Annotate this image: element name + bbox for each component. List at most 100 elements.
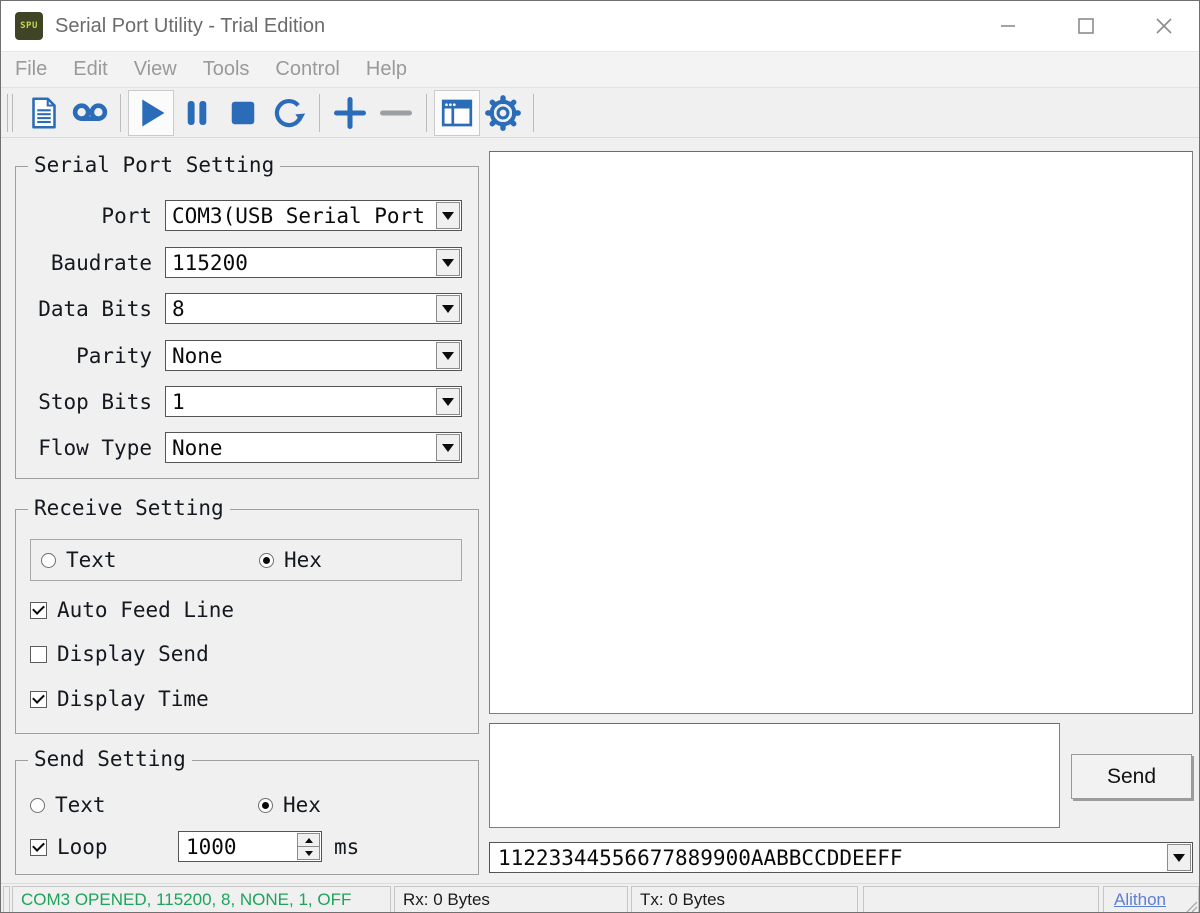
send-setting-group: Send Setting Text Hex Loop 1000 ms [15, 760, 479, 875]
toolbar-separator [120, 94, 121, 132]
radio-label: Hex [283, 793, 321, 817]
chevron-down-icon [305, 851, 313, 856]
baudrate-select[interactable]: 115200 [165, 247, 462, 278]
record-button[interactable] [67, 90, 113, 136]
minimize-button[interactable] [991, 9, 1025, 43]
chevron-down-icon [442, 305, 454, 313]
add-button[interactable] [327, 90, 373, 136]
toolbar [1, 87, 1199, 138]
radio-label: Text [66, 548, 117, 572]
display-time-checkbox[interactable]: Display Time [30, 687, 209, 711]
chevron-down-icon [442, 398, 454, 406]
ms-label: ms [334, 835, 359, 859]
parity-field-row: Parity None [28, 340, 462, 371]
remove-button[interactable] [373, 90, 419, 136]
status-tx-text: Tx: 0 Bytes [640, 890, 725, 910]
flowtype-select[interactable]: None [165, 432, 462, 463]
add-icon [331, 94, 369, 132]
parity-select[interactable]: None [165, 340, 462, 371]
checkbox-label: Display Send [57, 642, 209, 666]
stopbits-field-row: Stop Bits 1 [28, 386, 462, 417]
checkbox-icon [30, 646, 47, 663]
dropdown-button[interactable] [436, 342, 460, 369]
radio-icon [41, 553, 56, 568]
menu-edit[interactable]: Edit [73, 58, 107, 81]
dropdown-button[interactable] [436, 388, 460, 415]
app-window: SPU Serial Port Utility - Trial Edition … [0, 0, 1200, 913]
receive-mode-hex-radio[interactable]: Hex [259, 548, 322, 572]
send-input-area[interactable] [489, 723, 1060, 828]
send-button-label: Send [1107, 765, 1156, 789]
menu-file[interactable]: File [15, 58, 47, 81]
display-send-checkbox[interactable]: Display Send [30, 642, 209, 666]
toolbar-separator [533, 94, 534, 132]
send-history-combo[interactable]: 11223344556677889900AABBCCDDEEFF [489, 842, 1193, 873]
send-mode-text-radio[interactable]: Text [30, 793, 106, 817]
receive-display-area[interactable] [489, 151, 1193, 714]
loop-checkbox[interactable]: Loop [30, 835, 108, 859]
status-connection: COM3 OPENED, 115200, 8, NONE, 1, OFF [12, 886, 391, 913]
spin-up-button[interactable] [297, 833, 320, 846]
auto-feed-line-checkbox[interactable]: Auto Feed Line [30, 598, 234, 622]
baudrate-label: Baudrate [28, 251, 154, 275]
send-button[interactable]: Send [1071, 754, 1192, 799]
remove-icon [377, 94, 415, 132]
radio-icon [259, 553, 274, 568]
new-file-icon [26, 95, 62, 131]
databits-select[interactable]: 8 [165, 293, 462, 324]
brand-link[interactable]: Alithon [1114, 890, 1166, 910]
stop-button[interactable] [220, 90, 266, 136]
maximize-icon [1076, 16, 1096, 36]
new-file-button[interactable] [21, 90, 67, 136]
window-controls [947, 1, 1199, 51]
toolbar-separator [426, 94, 427, 132]
pause-button[interactable] [174, 90, 220, 136]
menu-tools[interactable]: Tools [203, 58, 250, 81]
dropdown-button[interactable] [436, 295, 460, 322]
baudrate-field-row: Baudrate 115200 [28, 247, 462, 278]
toolbar-grip[interactable] [7, 94, 13, 132]
checkbox-label: Loop [57, 835, 108, 859]
port-select[interactable]: COM3(USB Serial Port [165, 200, 462, 231]
dropdown-button[interactable] [1167, 844, 1191, 871]
dropdown-button[interactable] [436, 202, 460, 229]
databits-field-row: Data Bits 8 [28, 293, 462, 324]
status-rx-text: Rx: 0 Bytes [403, 890, 490, 910]
receive-mode-text-radio[interactable]: Text [41, 548, 117, 572]
close-button[interactable] [1147, 9, 1181, 43]
checkbox-icon [30, 602, 47, 619]
parity-label: Parity [28, 344, 154, 368]
loop-interval-input[interactable]: 1000 [178, 831, 322, 862]
app-icon-label: SPU [20, 21, 38, 31]
menu-help[interactable]: Help [366, 58, 407, 81]
status-extra [863, 886, 1099, 913]
dropdown-button[interactable] [436, 434, 460, 461]
menu-view[interactable]: View [134, 58, 177, 81]
window-layout-icon [439, 95, 475, 131]
receive-mode-frame: Text Hex [30, 539, 462, 581]
settings-gear-icon [484, 94, 522, 132]
databits-label: Data Bits [28, 297, 154, 321]
status-rx: Rx: 0 Bytes [394, 886, 628, 913]
spinner [297, 833, 320, 860]
refresh-button[interactable] [266, 90, 312, 136]
window-layout-button[interactable] [434, 90, 480, 136]
checkbox-label: Auto Feed Line [57, 598, 234, 622]
menu-control[interactable]: Control [275, 58, 339, 81]
maximize-button[interactable] [1069, 9, 1103, 43]
play-button[interactable] [128, 90, 174, 136]
loop-interval-value: 1000 [179, 835, 297, 859]
stopbits-value: 1 [166, 390, 436, 414]
resize-grip-icon[interactable] [1182, 897, 1198, 913]
dropdown-button[interactable] [436, 249, 460, 276]
flowtype-value: None [166, 436, 436, 460]
chevron-down-icon [1173, 854, 1185, 862]
stop-icon [225, 95, 261, 131]
stopbits-select[interactable]: 1 [165, 386, 462, 417]
status-tx: Tx: 0 Bytes [631, 886, 858, 913]
stopbits-label: Stop Bits [28, 390, 154, 414]
spin-down-button[interactable] [297, 846, 320, 860]
send-mode-hex-radio[interactable]: Hex [258, 793, 321, 817]
status-connection-text: COM3 OPENED, 115200, 8, NONE, 1, OFF [21, 890, 351, 910]
settings-button[interactable] [480, 90, 526, 136]
